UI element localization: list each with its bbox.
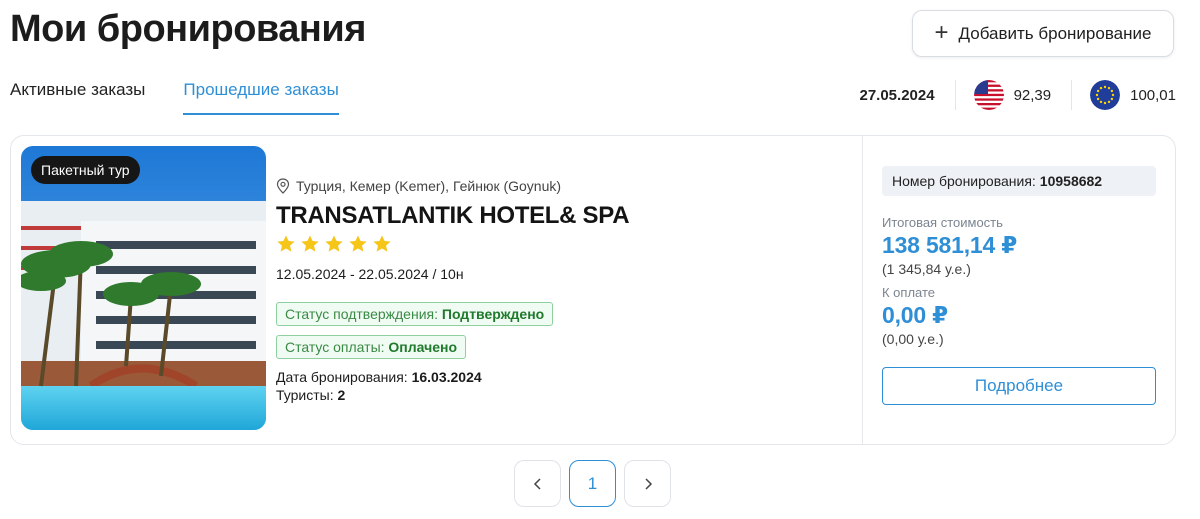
eur-rate-value: 100,01 xyxy=(1130,86,1176,104)
hotel-stars xyxy=(276,234,629,254)
booking-date-value: 16.03.2024 xyxy=(411,369,482,385)
star-icon xyxy=(373,235,391,252)
star-icon xyxy=(349,235,367,252)
add-booking-label: Добавить бронирование xyxy=(958,23,1152,43)
booking-number-value: 10958682 xyxy=(1039,173,1103,189)
to-pay-ue: (0,00 у.е.) xyxy=(882,331,944,347)
plus-icon: + xyxy=(934,18,949,46)
hotel-photo[interactable]: Пакетный тур xyxy=(21,146,266,430)
tourists-label: Туристы: xyxy=(276,387,338,403)
tour-type-badge: Пакетный тур xyxy=(31,156,140,184)
payment-status-value: Оплачено xyxy=(388,339,458,355)
divider xyxy=(1071,80,1073,110)
star-icon xyxy=(301,235,319,252)
location: Турция, Кемер (Kemer), Гейнюк (Goynuk) xyxy=(276,178,629,194)
payment-status-label: Статус оплаты: xyxy=(285,339,389,355)
usd-rate-value: 92,39 xyxy=(1013,86,1052,104)
booking-info: Турция, Кемер (Kemer), Гейнюк (Goynuk) T… xyxy=(276,178,630,404)
eur-rate: 100,01 xyxy=(1090,80,1176,110)
booking-summary: Номер бронирования: 10958682 Итоговая ст… xyxy=(882,166,1156,405)
us-flag-icon xyxy=(973,80,1004,110)
page-title: Мои бронирования xyxy=(10,8,366,50)
total-price: 138 581,14 ₽ xyxy=(882,232,1018,258)
confirmation-status-badge: Статус подтверждения: Подтверждено xyxy=(276,302,554,326)
add-booking-button[interactable]: + Добавить бронирование xyxy=(912,10,1174,57)
trip-dates: 12.05.2024 - 22.05.2024 / 10н xyxy=(276,266,464,282)
usd-rate: 92,39 xyxy=(973,80,1072,110)
tab-past-orders[interactable]: Прошедшие заказы xyxy=(183,80,339,115)
prev-page-button[interactable] xyxy=(514,460,561,507)
pagination: 1 xyxy=(514,460,671,507)
booking-date: Дата бронирования: 16.03.2024 xyxy=(276,368,629,386)
card-divider xyxy=(862,136,863,444)
payment-status-badge: Статус оплаты: Оплачено xyxy=(276,335,467,359)
divider xyxy=(954,80,956,110)
details-button[interactable]: Подробнее xyxy=(882,367,1156,405)
location-pin-icon xyxy=(276,178,290,194)
booking-date-label: Дата бронирования: xyxy=(276,369,412,385)
booking-number-label: Номер бронирования: xyxy=(892,173,1036,189)
confirmation-status-label: Статус подтверждения: xyxy=(285,306,442,322)
next-page-button[interactable] xyxy=(624,460,671,507)
booking-number: Номер бронирования: 10958682 xyxy=(882,166,1156,196)
page-button-current[interactable]: 1 xyxy=(569,460,616,507)
total-label: Итоговая стоимость xyxy=(882,215,1003,230)
hotel-name[interactable]: TRANSATLANTIK HOTEL& SPA xyxy=(276,202,630,230)
star-icon xyxy=(277,235,295,252)
tourists: Туристы: 2 xyxy=(276,386,629,404)
confirmation-status-value: Подтверждено xyxy=(441,306,545,322)
booking-details: Дата бронирования: 16.03.2024 Туристы: 2 xyxy=(276,368,629,404)
eu-flag-icon xyxy=(1090,80,1121,110)
chevron-right-icon xyxy=(644,477,652,490)
to-pay-price: 0,00 ₽ xyxy=(882,302,948,328)
total-price-ue: (1 345,84 у.е.) xyxy=(882,261,971,277)
location-text: Турция, Кемер (Kemer), Гейнюк (Goynuk) xyxy=(296,178,562,194)
rates-date: 27.05.2024 xyxy=(859,86,935,104)
currency-rates: 27.05.2024 92,39 100,01 xyxy=(859,80,1176,110)
booking-card: Пакетный тур Турция, Кемер (Kemer), Гейн… xyxy=(10,135,1176,445)
to-pay-label: К оплате xyxy=(882,285,936,300)
tabs: Активные заказы Прошедшие заказы xyxy=(10,80,339,115)
tourists-value: 2 xyxy=(337,387,346,403)
chevron-left-icon xyxy=(533,477,541,490)
star-icon xyxy=(325,235,343,252)
tab-active-orders[interactable]: Активные заказы xyxy=(10,80,145,115)
